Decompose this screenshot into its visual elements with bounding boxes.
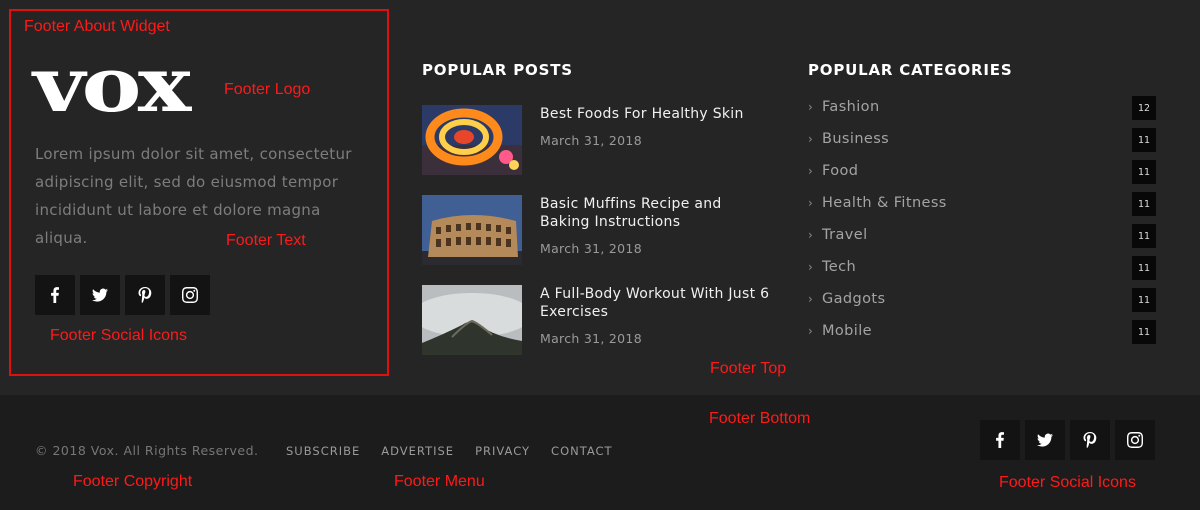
post-item[interactable]: Best Foods For Healthy Skin March 31, 20… <box>422 105 782 175</box>
category-count: 11 <box>1132 256 1156 280</box>
post-thumbnail[interactable] <box>422 105 522 175</box>
category-count: 11 <box>1132 128 1156 152</box>
category-item-fashion[interactable]: › Fashion 12 <box>808 96 1156 128</box>
category-name[interactable]: Fashion <box>822 99 880 115</box>
menu-item-subscribe[interactable]: SUBSCRIBE <box>286 444 360 458</box>
post-title[interactable]: Basic Muffins Recipe and Baking Instruct… <box>540 195 770 231</box>
copyright-annotation: Footer Copyright <box>73 473 193 490</box>
popular-posts-title: POPULAR POSTS <box>422 61 573 79</box>
facebook-icon <box>996 432 1004 448</box>
twitter-icon <box>92 288 108 302</box>
facebook-icon <box>51 287 59 303</box>
category-name[interactable]: Food <box>822 163 858 179</box>
category-name[interactable]: Gadgots <box>822 291 885 307</box>
category-name[interactable]: Tech <box>822 259 856 275</box>
chevron-right-icon: › <box>808 100 813 114</box>
chevron-right-icon: › <box>808 132 813 146</box>
chevron-right-icon: › <box>808 292 813 306</box>
pinterest-button[interactable] <box>1070 420 1110 460</box>
footer-bottom-annotation: Footer Bottom <box>709 410 811 427</box>
chevron-right-icon: › <box>808 164 813 178</box>
chevron-right-icon: › <box>808 196 813 210</box>
menu-annotation: Footer Menu <box>394 473 485 490</box>
menu-item-advertise[interactable]: ADVERTISE <box>381 444 454 458</box>
twitter-icon <box>1037 433 1053 447</box>
bottom-social-icons-annotation: Footer Social Icons <box>999 474 1136 491</box>
logo-annotation: Footer Logo <box>224 81 311 98</box>
post-date: March 31, 2018 <box>540 133 642 148</box>
twitter-button[interactable] <box>80 275 120 315</box>
category-name[interactable]: Mobile <box>822 323 872 339</box>
category-item-mobile[interactable]: › Mobile 11 <box>808 320 1156 352</box>
menu-item-contact[interactable]: CONTACT <box>551 444 613 458</box>
instagram-button[interactable] <box>170 275 210 315</box>
category-name[interactable]: Health & Fitness <box>822 195 947 211</box>
bottom-social-icons <box>980 420 1155 460</box>
category-name[interactable]: Travel <box>822 227 868 243</box>
chevron-right-icon: › <box>808 324 813 338</box>
popular-categories-title: POPULAR CATEGORIES <box>808 61 1013 79</box>
post-thumbnail[interactable] <box>422 195 522 265</box>
post-date: March 31, 2018 <box>540 331 642 346</box>
about-social-icons <box>35 275 210 315</box>
category-count: 11 <box>1132 160 1156 184</box>
menu-item-privacy[interactable]: PRIVACY <box>475 444 530 458</box>
post-thumbnail[interactable] <box>422 285 522 355</box>
category-item-business[interactable]: › Business 11 <box>808 128 1156 160</box>
post-item[interactable]: A Full-Body Workout With Just 6 Exercise… <box>422 285 782 355</box>
category-count: 11 <box>1132 224 1156 248</box>
instagram-button[interactable] <box>1115 420 1155 460</box>
category-count: 11 <box>1132 320 1156 344</box>
pinterest-button[interactable] <box>125 275 165 315</box>
instagram-icon <box>182 287 198 303</box>
pinterest-icon <box>1083 432 1097 448</box>
category-list: › Fashion 12 › Business 11 › Food 11 › Health &… <box>808 96 1156 352</box>
facebook-button[interactable] <box>980 420 1020 460</box>
category-item-food[interactable]: › Food 11 <box>808 160 1156 192</box>
instagram-icon <box>1127 432 1143 448</box>
category-name[interactable]: Business <box>822 131 889 147</box>
text-annotation: Footer Text <box>226 232 306 249</box>
category-item-gadgets[interactable]: › Gadgots 11 <box>808 288 1156 320</box>
category-item-tech[interactable]: › Tech 11 <box>808 256 1156 288</box>
pinterest-icon <box>138 287 152 303</box>
category-item-health-fitness[interactable]: › Health & Fitness 11 <box>808 192 1156 224</box>
post-date: March 31, 2018 <box>540 241 642 256</box>
category-count: 11 <box>1132 192 1156 216</box>
twitter-button[interactable] <box>1025 420 1065 460</box>
footer-logo[interactable]: vox <box>33 47 245 123</box>
chevron-right-icon: › <box>808 260 813 274</box>
about-widget-annotation: Footer About Widget <box>24 18 170 35</box>
footer-top-annotation: Footer Top <box>710 360 787 377</box>
category-count: 11 <box>1132 288 1156 312</box>
post-item[interactable]: Basic Muffins Recipe and Baking Instruct… <box>422 195 782 265</box>
post-title[interactable]: A Full-Body Workout With Just 6 Exercise… <box>540 285 770 321</box>
social-icons-annotation: Footer Social Icons <box>50 327 187 344</box>
about-text: Lorem ipsum dolor sit amet, consectetur … <box>35 145 352 247</box>
post-title[interactable]: Best Foods For Healthy Skin <box>540 105 770 123</box>
category-item-travel[interactable]: › Travel 11 <box>808 224 1156 256</box>
chevron-right-icon: › <box>808 228 813 242</box>
facebook-button[interactable] <box>35 275 75 315</box>
category-count: 12 <box>1132 96 1156 120</box>
footer-menu: SUBSCRIBE ADVERTISE PRIVACY CONTACT <box>286 444 613 458</box>
footer-copyright: © 2018 Vox. All Rights Reserved. <box>35 443 259 458</box>
